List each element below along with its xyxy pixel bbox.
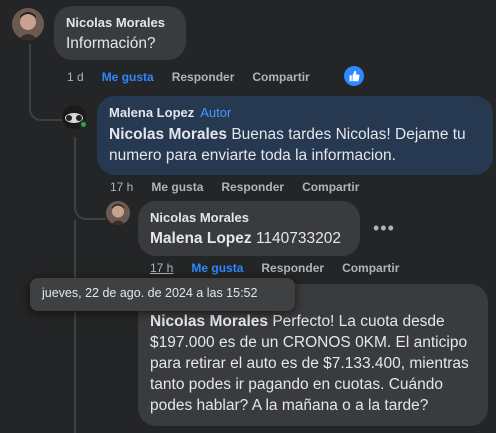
comment-actions-2: 17 h Me gusta Responder Compartir	[110, 180, 377, 194]
like-reaction-icon[interactable]	[344, 66, 364, 86]
comment-bubble-2: Malena Lopez Autor Nicolas Morales Buenas…	[97, 96, 493, 175]
avatar-nicolas-morales[interactable]	[106, 201, 130, 225]
tooltip-text: jueves, 22 de ago. de 2024 a las 15:52	[42, 286, 258, 300]
like-button[interactable]: Me gusta	[191, 261, 243, 275]
more-options-icon[interactable]: •••	[373, 219, 395, 237]
comment-timestamp[interactable]: 17 h	[110, 180, 133, 194]
comment-text: Nicolas Morales Buenas tardes Nicolas! D…	[109, 124, 481, 166]
comment-bubble-1: Nicolas Morales Información?	[54, 6, 186, 60]
online-status-dot	[79, 120, 88, 129]
author-badge: Autor	[200, 105, 232, 120]
comment-author[interactable]: Nicolas Morales	[150, 209, 348, 226]
comment-body: 1140733202	[251, 230, 342, 247]
comment-text: Malena Lopez 1140733202	[150, 228, 348, 249]
comment-text: Nicolas Morales Perfecto! La cuota desde…	[150, 311, 476, 416]
like-button[interactable]: Me gusta	[151, 180, 203, 194]
reply-button[interactable]: Responder	[221, 180, 284, 194]
comment-bubble-3: Nicolas Morales Malena Lopez 1140733202	[138, 201, 360, 256]
comment-actions-1: 1 d Me gusta Responder Compartir	[67, 70, 328, 84]
like-button[interactable]: Me gusta	[102, 70, 154, 84]
thread-line-3	[74, 220, 76, 433]
share-button[interactable]: Compartir	[252, 70, 309, 84]
reply-button[interactable]: Responder	[172, 70, 235, 84]
mention-link[interactable]: Malena Lopez	[150, 230, 252, 247]
share-button[interactable]: Compartir	[302, 180, 359, 194]
comment-timestamp[interactable]: 17 h	[150, 261, 173, 275]
comment-author[interactable]: Nicolas Morales	[66, 14, 174, 31]
thread-line-1	[29, 44, 63, 121]
reply-button[interactable]: Responder	[261, 261, 324, 275]
mention-link[interactable]: Nicolas Morales	[109, 126, 227, 143]
comment-author[interactable]: Malena Lopez	[109, 105, 194, 120]
timestamp-tooltip: jueves, 22 de ago. de 2024 a las 15:52	[30, 278, 295, 311]
share-button[interactable]: Compartir	[342, 261, 399, 275]
comment-actions-3: 17 h Me gusta Responder Compartir	[150, 261, 417, 275]
comment-text: Información?	[66, 35, 156, 52]
comment-timestamp[interactable]: 1 d	[67, 70, 84, 84]
avatar-nicolas-morales[interactable]	[12, 8, 44, 40]
mention-link[interactable]: Nicolas Morales	[150, 313, 268, 330]
